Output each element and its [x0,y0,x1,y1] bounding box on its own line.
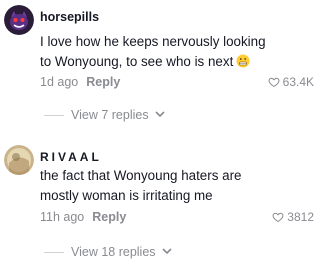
comment-username[interactable]: RIVAAL [40,150,102,164]
comment-timestamp: 1d ago [40,75,79,89]
like-button[interactable]: 3812 [272,210,314,224]
comment-text: the fact that Wonyoung haters are mostly… [40,168,242,203]
comment-timestamp: 11h ago [40,210,85,224]
heart-outline-icon [272,212,284,223]
comment-meta: 1d ago Reply [40,75,120,89]
grimacing-face-emoji-icon [236,54,250,68]
divider-line [44,114,64,116]
reply-button[interactable]: Reply [86,75,120,89]
avatar-horsepills[interactable] [4,5,34,35]
divider-line [44,251,64,253]
like-button[interactable]: 63.4K [268,75,314,89]
view-replies-label: View 7 replies [71,108,149,122]
like-count: 3812 [287,210,314,224]
chevron-down-icon [155,110,165,121]
reply-button[interactable]: Reply [92,210,126,224]
comment-text-content: I love how he keeps nervously looking to… [40,34,266,69]
view-replies-button[interactable]: View 7 replies [44,108,165,122]
comment-text: I love how he keeps nervously looking to… [40,32,280,72]
chevron-down-icon [161,247,172,258]
comment-meta: 11h ago Reply [40,210,126,224]
view-replies-button[interactable]: View 18 replies [44,245,172,259]
view-replies-label: View 18 replies [71,245,156,259]
heart-outline-icon [268,77,280,88]
like-count: 63.4K [282,75,314,89]
avatar-rivaal[interactable] [4,145,34,175]
comment-username[interactable]: horsepills [40,10,99,24]
